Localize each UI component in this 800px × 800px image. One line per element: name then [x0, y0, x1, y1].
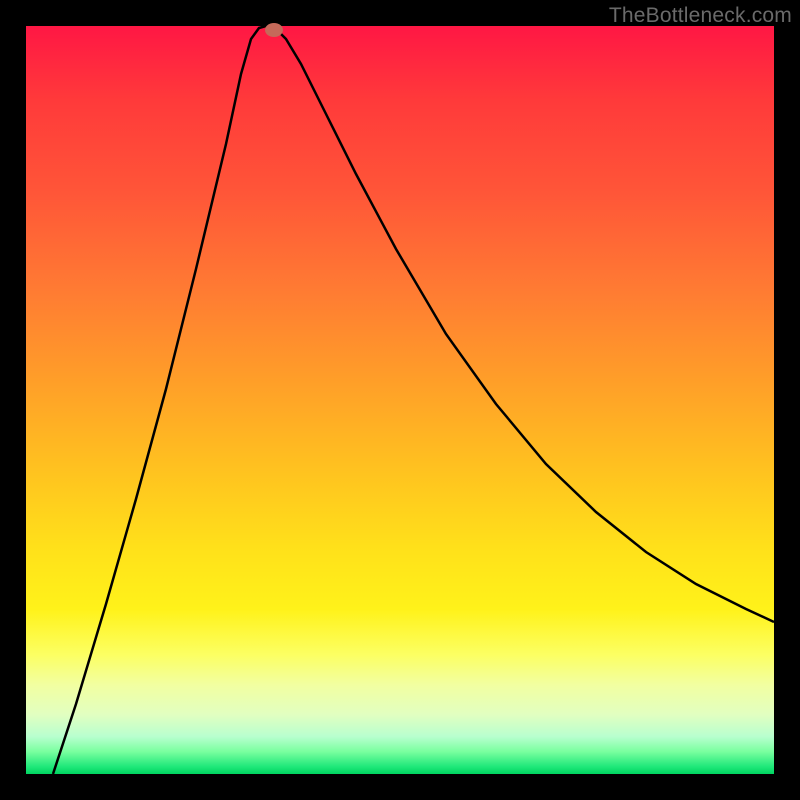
watermark-text: TheBottleneck.com — [609, 4, 792, 28]
optimal-point-marker — [265, 23, 283, 37]
curve-path — [53, 26, 774, 774]
chart-frame: TheBottleneck.com — [0, 0, 800, 800]
plot-area — [26, 26, 774, 774]
bottleneck-curve — [26, 26, 774, 774]
